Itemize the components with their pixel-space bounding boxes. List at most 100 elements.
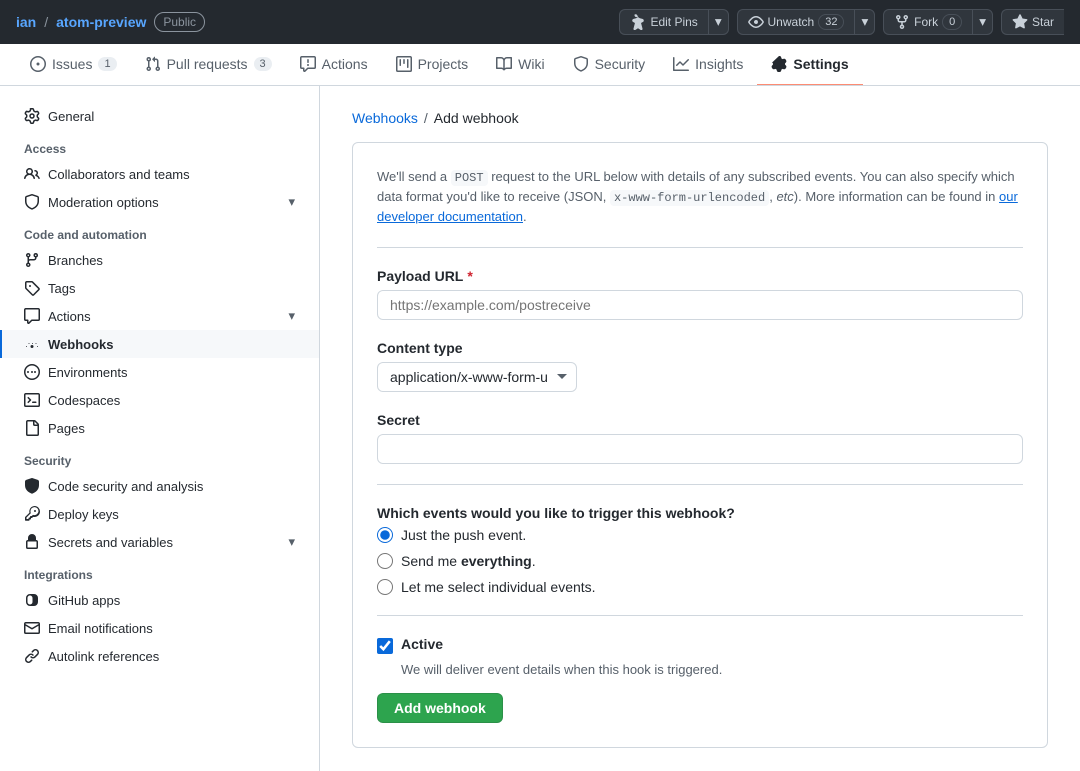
sidebar-environments-label: Environments	[48, 365, 127, 380]
sidebar-item-moderation[interactable]: Moderation options ▾	[0, 188, 319, 216]
tab-insights[interactable]: Insights	[659, 44, 757, 86]
payload-url-label: Payload URL *	[377, 268, 1023, 284]
shield-icon	[24, 194, 40, 210]
sidebar-webhooks-label: Webhooks	[48, 337, 114, 352]
form-description: We'll send a POST request to the URL bel…	[377, 167, 1023, 248]
tab-security-label: Security	[595, 56, 646, 72]
tab-settings-label: Settings	[793, 56, 848, 72]
fork-button[interactable]: Fork 0	[883, 9, 972, 35]
tab-pr-label: Pull requests	[167, 56, 248, 72]
breadcrumb: Webhooks / Add webhook	[352, 110, 1048, 126]
required-indicator: *	[467, 268, 472, 284]
pr-icon	[145, 56, 161, 72]
active-group: Active	[377, 636, 1023, 654]
sidebar-item-actions[interactable]: Actions ▾	[0, 302, 319, 330]
unwatch-label: Unwatch	[768, 15, 815, 29]
sidebar-item-code-security[interactable]: Code security and analysis	[0, 472, 319, 500]
radio-everything-input[interactable]	[377, 553, 393, 569]
radio-everything[interactable]: Send me everything.	[377, 553, 1023, 569]
fork-label: Fork	[914, 15, 938, 29]
person-icon	[24, 166, 40, 182]
key-icon	[24, 506, 40, 522]
sidebar-item-branches[interactable]: Branches	[0, 246, 319, 274]
sidebar-item-deploy-keys[interactable]: Deploy keys	[0, 500, 319, 528]
sidebar-item-environments[interactable]: Environments	[0, 358, 319, 386]
tab-insights-label: Insights	[695, 56, 743, 72]
secret-label: Secret	[377, 412, 1023, 428]
active-checkbox[interactable]	[377, 638, 393, 654]
sidebar-item-github-apps[interactable]: GitHub apps	[0, 586, 319, 614]
tab-pull-requests[interactable]: Pull requests 3	[131, 44, 286, 86]
repo-name[interactable]: atom-preview	[56, 14, 146, 30]
radio-individual[interactable]: Let me select individual events.	[377, 579, 1023, 595]
tab-actions-label: Actions	[322, 56, 368, 72]
tab-settings[interactable]: Settings	[757, 44, 862, 86]
unwatch-dropdown[interactable]: ▾	[854, 9, 875, 35]
content-type-label: Content type	[377, 340, 1023, 356]
star-group: Star	[1001, 9, 1064, 35]
radio-individual-input[interactable]	[377, 579, 393, 595]
sidebar-email-label: Email notifications	[48, 621, 153, 636]
radio-push-input[interactable]	[377, 527, 393, 543]
edit-pins-label: Edit Pins	[650, 15, 697, 29]
tab-issues[interactable]: Issues 1	[16, 44, 131, 86]
sidebar-tags-label: Tags	[48, 281, 75, 296]
repo-owner[interactable]: ian	[16, 14, 36, 30]
fork-group: Fork 0 ▾	[883, 9, 993, 35]
visibility-badge: Public	[154, 12, 205, 32]
fork-dropdown[interactable]: ▾	[972, 9, 993, 35]
sidebar-item-collaborators[interactable]: Collaborators and teams	[0, 160, 319, 188]
webhook-icon	[24, 336, 40, 352]
add-webhook-button[interactable]: Add webhook	[377, 693, 503, 723]
sidebar-item-email-notifications[interactable]: Email notifications	[0, 614, 319, 642]
sidebar-github-apps-label: GitHub apps	[48, 593, 120, 608]
sidebar-deploy-keys-label: Deploy keys	[48, 507, 119, 522]
star-label: Star	[1032, 15, 1054, 29]
star-icon	[1012, 14, 1028, 30]
security-tab-icon	[573, 56, 589, 72]
sidebar-item-codespaces[interactable]: Codespaces	[0, 386, 319, 414]
sidebar-item-secrets[interactable]: Secrets and variables ▾	[0, 528, 319, 556]
secret-group: Secret	[377, 412, 1023, 464]
unwatch-button[interactable]: Unwatch 32	[737, 9, 855, 35]
pin-icon	[630, 14, 646, 30]
sidebar-general-label: General	[48, 109, 94, 124]
sidebar-item-pages[interactable]: Pages	[0, 414, 319, 442]
tab-projects[interactable]: Projects	[382, 44, 483, 86]
secrets-expand-icon: ▾	[288, 534, 295, 550]
secret-input[interactable]	[377, 434, 1023, 464]
tab-actions[interactable]: Actions	[286, 44, 382, 86]
issues-icon	[30, 56, 46, 72]
edit-pins-dropdown[interactable]: ▾	[708, 9, 729, 35]
fork-count: 0	[942, 14, 962, 30]
breadcrumb-parent[interactable]: Webhooks	[352, 110, 418, 126]
events-label: Which events would you like to trigger t…	[377, 505, 1023, 521]
sidebar-section-code: Code and automation	[0, 216, 319, 246]
radio-individual-label: Let me select individual events.	[401, 579, 596, 595]
sidebar-item-general[interactable]: General	[0, 102, 319, 130]
sidebar-actions-label: Actions	[48, 309, 91, 324]
payload-url-input[interactable]	[377, 290, 1023, 320]
sidebar-item-webhooks[interactable]: Webhooks	[0, 330, 319, 358]
tab-security[interactable]: Security	[559, 44, 660, 86]
secrets-icon	[24, 534, 40, 550]
events-radio-group: Just the push event. Send me everything.…	[377, 527, 1023, 595]
content-type-select[interactable]: application/x-www-form-urlencoded applic…	[377, 362, 577, 392]
insights-icon	[673, 56, 689, 72]
radio-push-event[interactable]: Just the push event.	[377, 527, 1023, 543]
tab-wiki[interactable]: Wiki	[482, 44, 558, 86]
sidebar-codespaces-label: Codespaces	[48, 393, 120, 408]
code-security-icon	[24, 478, 40, 494]
wiki-icon	[496, 56, 512, 72]
settings-sidebar: General Access Collaborators and teams M…	[0, 86, 320, 771]
actions-icon	[24, 308, 40, 324]
main-content: Webhooks / Add webhook We'll send a POST…	[320, 86, 1080, 771]
sidebar-secrets-label: Secrets and variables	[48, 535, 173, 550]
apps-icon	[24, 592, 40, 608]
sidebar-item-tags[interactable]: Tags	[0, 274, 319, 302]
sidebar-item-autolink[interactable]: Autolink references	[0, 642, 319, 670]
edit-pins-button[interactable]: Edit Pins	[619, 9, 707, 35]
edit-pins-group: Edit Pins ▾	[619, 9, 728, 35]
sidebar-autolink-label: Autolink references	[48, 649, 159, 664]
star-button[interactable]: Star	[1001, 9, 1064, 35]
